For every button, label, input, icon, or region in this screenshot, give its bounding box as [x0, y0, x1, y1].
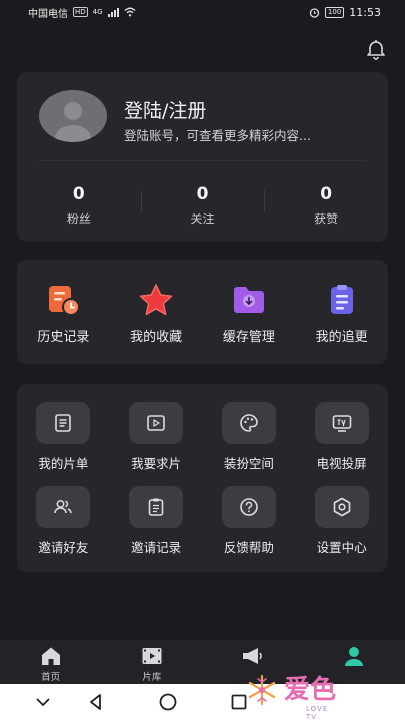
film-icon [142, 648, 162, 664]
profile-icon [345, 647, 364, 666]
signal-icon [107, 7, 119, 17]
wifi-icon [124, 7, 136, 17]
tools-card: 我的片单 我要求片 装扮空间 电视投屏 邀请好友 邀请记录 反馈帮助 设置中心 [17, 384, 388, 572]
tool-icon-box [36, 402, 91, 444]
battery-indicator: 100 [324, 6, 345, 18]
alarm-icon [309, 7, 320, 18]
decoration-button[interactable]: 装扮空间 [203, 402, 296, 472]
tool-icon-box [314, 402, 369, 444]
back-icon[interactable] [85, 691, 107, 713]
megaphone-icon [243, 648, 262, 664]
watermark-subtext: LOVE TV [306, 705, 329, 720]
tool-label: 邀请记录 [131, 540, 182, 555]
help-icon [240, 498, 258, 516]
tool-icon-box [221, 402, 276, 444]
star-icon [139, 284, 173, 316]
request-video-button[interactable]: 我要求片 [110, 402, 203, 472]
carrier-label: 中国电信 [28, 8, 68, 20]
tab-label: 片库 [142, 672, 162, 683]
tool-icon-box [129, 486, 184, 528]
hd-badge: HD [73, 7, 88, 17]
stat-label: 关注 [190, 212, 215, 226]
stats-row: 0 粉丝 0 关注 0 获赞 [17, 184, 388, 227]
notification-bell-icon[interactable] [365, 38, 387, 60]
play-icon [147, 415, 165, 431]
clock: 11:53 [349, 5, 381, 19]
chevron-down-icon[interactable] [32, 691, 54, 713]
watermark-logo: 爱色 LOVE TV [244, 672, 337, 720]
tools-row: 邀请好友 邀请记录 反馈帮助 设置中心 [17, 486, 388, 556]
clipboard-icon [330, 285, 353, 314]
cache-manage-button[interactable]: 缓存管理 [203, 260, 296, 364]
tool-label: 反馈帮助 [223, 540, 274, 555]
quick-action-label: 我的收藏 [130, 330, 183, 345]
avatar[interactable] [39, 90, 107, 142]
stat-value: 0 [320, 184, 333, 204]
system-nav-bar [0, 684, 405, 720]
quick-action-label: 我的追更 [315, 330, 368, 345]
favorites-button[interactable]: 我的收藏 [110, 260, 203, 364]
profile-card: 登陆/注册 登陆账号，可查看更多精彩内容... 0 粉丝 0 关注 0 获赞 [17, 72, 388, 242]
history-button[interactable]: 历史记录 [17, 260, 110, 364]
tool-label: 我的片单 [38, 456, 89, 471]
tool-icon-box [36, 486, 91, 528]
quick-actions-card: 历史记录 我的收藏 缓存管理 我的追更 [17, 260, 388, 364]
network-type: 4G [92, 8, 103, 16]
tab-library[interactable]: 片库 [101, 640, 202, 684]
status-bar: 中国电信 HD 4G 100 11:53 [0, 0, 405, 24]
history-icon [49, 286, 81, 316]
stat-value: 0 [196, 184, 209, 204]
snowflake-icon [248, 674, 276, 706]
follow-updates-button[interactable]: 我的追更 [295, 260, 388, 364]
bottom-tab-bar: 首页 片库 [0, 640, 405, 684]
stat-separator [140, 190, 142, 212]
tv-icon [332, 415, 351, 432]
user-silhouette-icon [55, 102, 91, 142]
tool-icon-box [221, 486, 276, 528]
tool-label: 我要求片 [131, 456, 182, 471]
tool-icon-box [314, 486, 369, 528]
tool-icon-box [129, 402, 184, 444]
my-playlist-button[interactable]: 我的片单 [17, 402, 110, 472]
quick-action-label: 缓存管理 [222, 330, 275, 345]
watermark-text: 爱色 [284, 675, 337, 705]
stat-separator [264, 190, 266, 212]
divider [39, 160, 366, 161]
tool-label: 装扮空间 [223, 456, 274, 471]
settings-icon [333, 497, 350, 517]
tool-label: 设置中心 [316, 540, 367, 555]
palette-icon [240, 414, 258, 432]
stat-label: 获赞 [314, 212, 339, 226]
home-icon [41, 647, 60, 665]
tab-label: 首页 [41, 672, 61, 683]
users-icon [54, 500, 73, 514]
tab-home[interactable]: 首页 [0, 640, 101, 684]
stat-fans[interactable]: 0 粉丝 [17, 184, 141, 227]
tool-label: 电视投屏 [316, 456, 367, 471]
stat-label: 粉丝 [66, 212, 91, 226]
feedback-help-button[interactable]: 反馈帮助 [203, 486, 296, 556]
invite-record-button[interactable]: 邀请记录 [110, 486, 203, 556]
tools-row: 我的片单 我要求片 装扮空间 电视投屏 [17, 402, 388, 472]
list-icon [55, 414, 72, 432]
stat-likes[interactable]: 0 获赞 [264, 184, 388, 227]
settings-center-button[interactable]: 设置中心 [295, 486, 388, 556]
download-folder-icon [233, 287, 264, 313]
tool-label: 邀请好友 [38, 540, 89, 555]
tv-cast-button[interactable]: 电视投屏 [295, 402, 388, 472]
stat-following[interactable]: 0 关注 [140, 184, 265, 227]
login-register-title[interactable]: 登陆/注册 [124, 96, 206, 123]
record-icon [148, 498, 164, 516]
stat-value: 0 [72, 184, 85, 204]
home-circle-icon[interactable] [157, 691, 179, 713]
quick-action-label: 历史记录 [37, 330, 90, 345]
login-subtitle: 登陆账号，可查看更多精彩内容... [124, 128, 311, 143]
invite-friends-button[interactable]: 邀请好友 [17, 486, 110, 556]
